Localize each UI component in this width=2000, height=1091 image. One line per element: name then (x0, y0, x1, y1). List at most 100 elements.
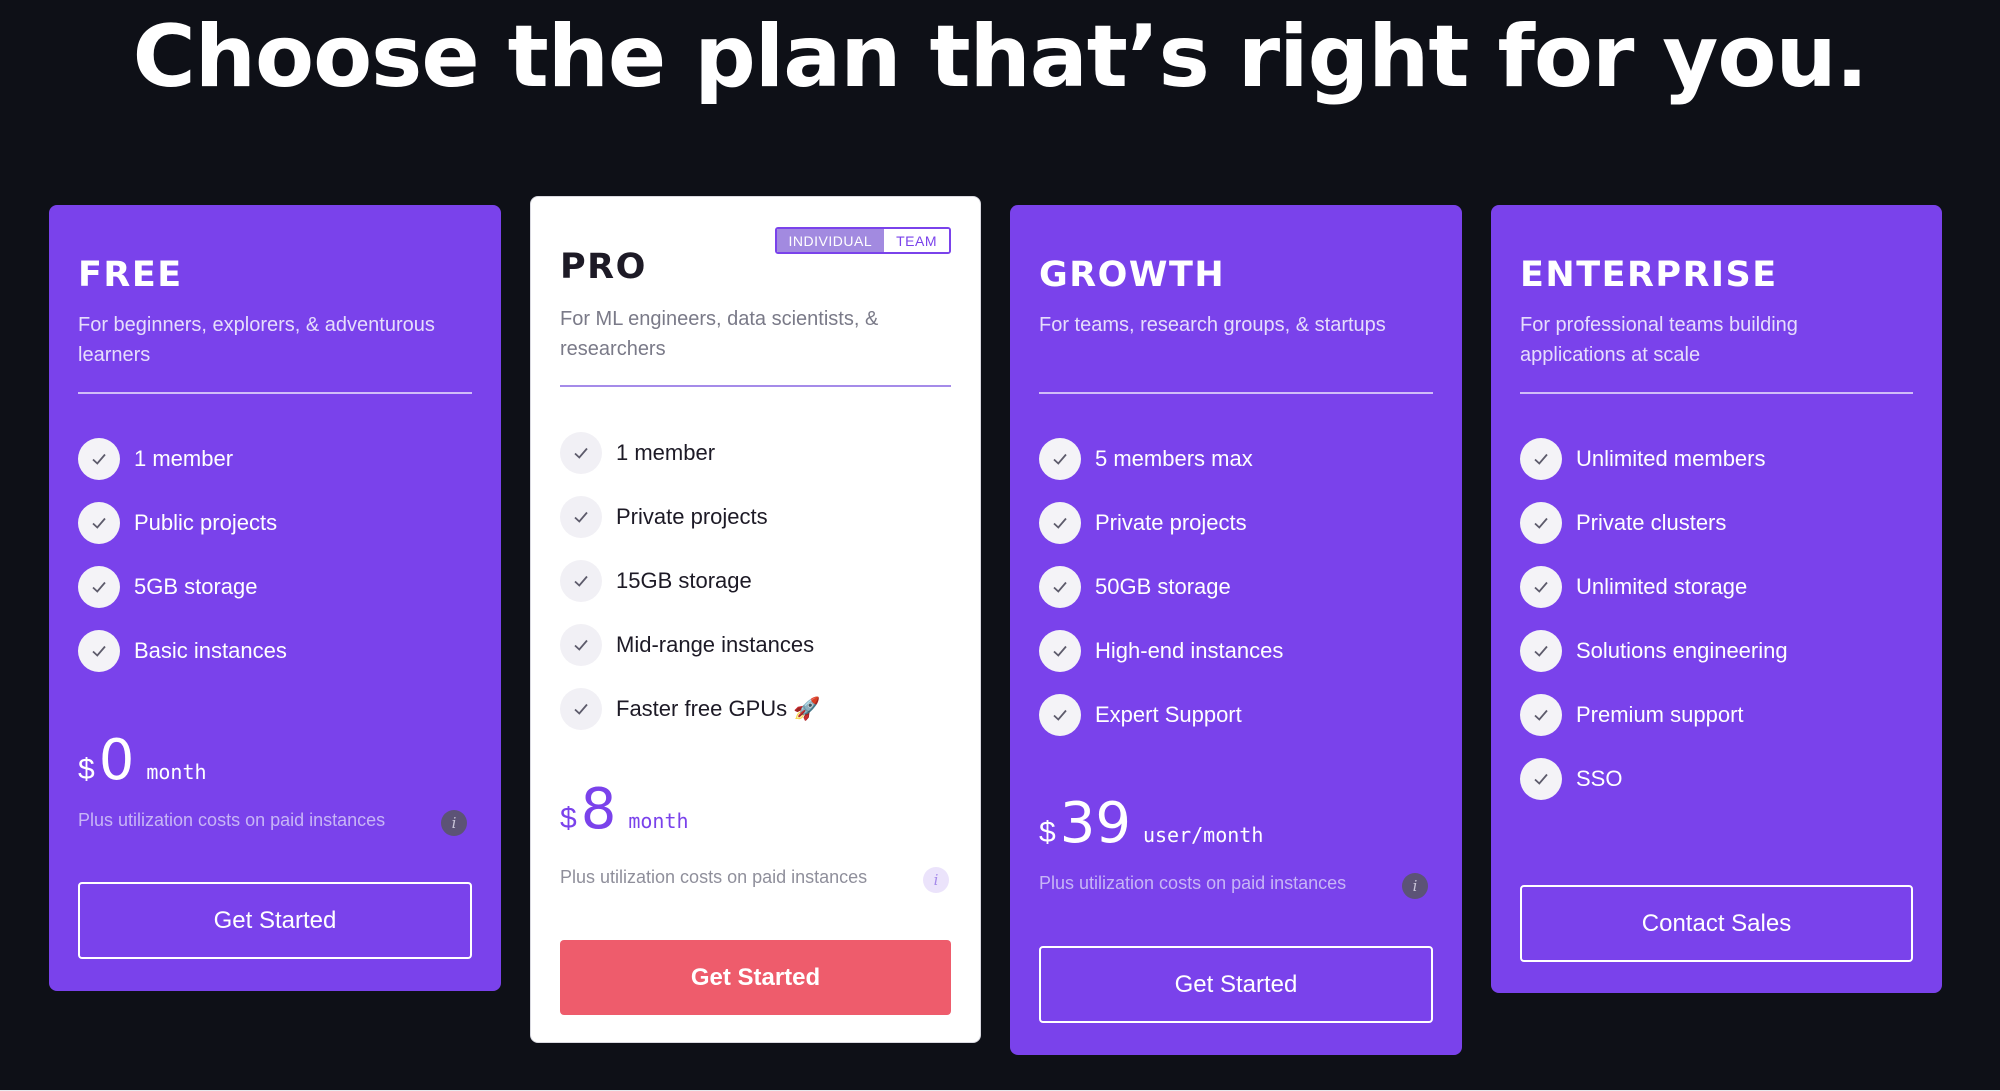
feature-label: 1 member (616, 440, 716, 465)
price: $ 8 month (560, 777, 689, 842)
feature-item: Faster free GPUs 🚀 (560, 677, 821, 741)
check-icon (78, 438, 120, 480)
check-icon (1520, 758, 1562, 800)
utilization-note: Plus utilization costs on paid instances (560, 867, 868, 887)
feature-item: Premium support (1520, 683, 1788, 747)
check-icon (560, 688, 602, 730)
get-started-button[interactable]: Get Started (78, 882, 472, 959)
toggle-team[interactable]: TEAM (884, 229, 949, 252)
feature-label: Faster free GPUs 🚀 (616, 696, 821, 721)
plan-card-enterprise: ENTERPRISE For professional teams buildi… (1491, 205, 1942, 993)
feature-item: 1 member (560, 421, 821, 485)
price-period: month (628, 809, 689, 833)
price-amount: 0 (98, 728, 135, 793)
feature-label: Unlimited storage (1576, 574, 1748, 599)
feature-item: Private clusters (1520, 491, 1788, 555)
plan-card-growth: GROWTH For teams, research groups, & sta… (1010, 205, 1462, 1055)
utilization-note: Plus utilization costs on paid instances (78, 810, 386, 830)
check-icon (1039, 694, 1081, 736)
feature-label: 5GB storage (134, 574, 258, 599)
feature-item: Expert Support (1039, 683, 1283, 747)
price-period: user/month (1142, 823, 1264, 847)
check-icon (1520, 694, 1562, 736)
feature-label: Mid-range instances (616, 632, 815, 657)
feature-label: Public projects (134, 510, 278, 535)
check-icon (1039, 438, 1081, 480)
feature-label: High-end instances (1095, 638, 1284, 663)
feature-item: 1 member (78, 427, 287, 491)
plan-name: PRO (560, 247, 647, 287)
plan-description: For beginners, explorers, & adventurous … (78, 314, 435, 366)
check-icon (560, 432, 602, 474)
divider (560, 385, 951, 387)
plan-description: For teams, research groups, & startups (1039, 314, 1386, 336)
feature-item: Public projects (78, 491, 287, 555)
feature-label: 15GB storage (616, 568, 752, 593)
check-icon (78, 630, 120, 672)
feature-item: 50GB storage (1039, 555, 1283, 619)
info-icon[interactable]: i (441, 810, 467, 836)
feature-label: 5 members max (1095, 446, 1253, 471)
feature-label: 50GB storage (1095, 574, 1231, 599)
feature-label: Basic instances (134, 638, 287, 663)
contact-sales-button[interactable]: Contact Sales (1520, 885, 1913, 962)
feature-label: 1 member (134, 446, 234, 471)
price-currency: $ (1039, 816, 1056, 849)
feature-item: Unlimited storage (1520, 555, 1788, 619)
feature-list: 1 member Private projects 15GB storage M… (560, 421, 821, 741)
feature-item: 15GB storage (560, 549, 821, 613)
price-currency: $ (78, 753, 95, 786)
feature-item: Private projects (560, 485, 821, 549)
feature-item: Basic instances (78, 619, 287, 683)
plan-card-free: FREE For beginners, explorers, & adventu… (49, 205, 501, 991)
plan-card-pro: INDIVIDUAL TEAM PRO For ML engineers, da… (530, 196, 981, 1043)
check-icon (1520, 502, 1562, 544)
toggle-individual[interactable]: INDIVIDUAL (776, 229, 885, 252)
check-icon (1039, 566, 1081, 608)
feature-item: 5GB storage (78, 555, 287, 619)
feature-item: Mid-range instances (560, 613, 821, 677)
get-started-button[interactable]: Get Started (560, 940, 951, 1015)
price: $ 0 month (78, 728, 207, 793)
plan-name: GROWTH (1039, 255, 1226, 295)
info-icon[interactable]: i (1402, 873, 1428, 899)
feature-label: Unlimited members (1576, 446, 1766, 471)
feature-label: Private projects (1095, 510, 1247, 535)
divider (78, 392, 472, 394)
price: $ 39 user/month (1039, 791, 1263, 856)
feature-label: Expert Support (1095, 702, 1242, 727)
divider (1039, 392, 1433, 394)
page-headline: Choose the plan that’s right for you. (132, 7, 1869, 107)
feature-item: Unlimited members (1520, 427, 1788, 491)
check-icon (1520, 566, 1562, 608)
feature-list: 1 member Public projects 5GB storage Bas… (78, 427, 287, 683)
feature-label: Premium support (1576, 702, 1744, 727)
feature-label: Solutions engineering (1576, 638, 1788, 663)
feature-list: 5 members max Private projects 50GB stor… (1039, 427, 1283, 747)
check-icon (1039, 502, 1081, 544)
plan-name: ENTERPRISE (1520, 255, 1778, 295)
plan-description: For professional teams building applicat… (1520, 314, 1798, 366)
feature-label: Private clusters (1576, 510, 1727, 535)
get-started-button[interactable]: Get Started (1039, 946, 1433, 1023)
check-icon (560, 496, 602, 538)
feature-item: SSO (1520, 747, 1788, 811)
check-icon (560, 624, 602, 666)
check-icon (78, 502, 120, 544)
plan-description: For ML engineers, data scientists, & res… (560, 308, 879, 360)
price-currency: $ (560, 802, 577, 835)
feature-item: Private projects (1039, 491, 1283, 555)
individual-team-toggle[interactable]: INDIVIDUAL TEAM (774, 227, 951, 254)
feature-item: Solutions engineering (1520, 619, 1788, 683)
check-icon (560, 560, 602, 602)
feature-item: 5 members max (1039, 427, 1283, 491)
info-icon[interactable]: i (923, 867, 949, 893)
price-amount: 39 (1059, 791, 1131, 856)
plan-name: FREE (78, 255, 183, 295)
divider (1520, 392, 1913, 394)
check-icon (1039, 630, 1081, 672)
check-icon (78, 566, 120, 608)
feature-item: High-end instances (1039, 619, 1283, 683)
utilization-note: Plus utilization costs on paid instances (1039, 873, 1347, 893)
feature-label: SSO (1576, 766, 1623, 791)
